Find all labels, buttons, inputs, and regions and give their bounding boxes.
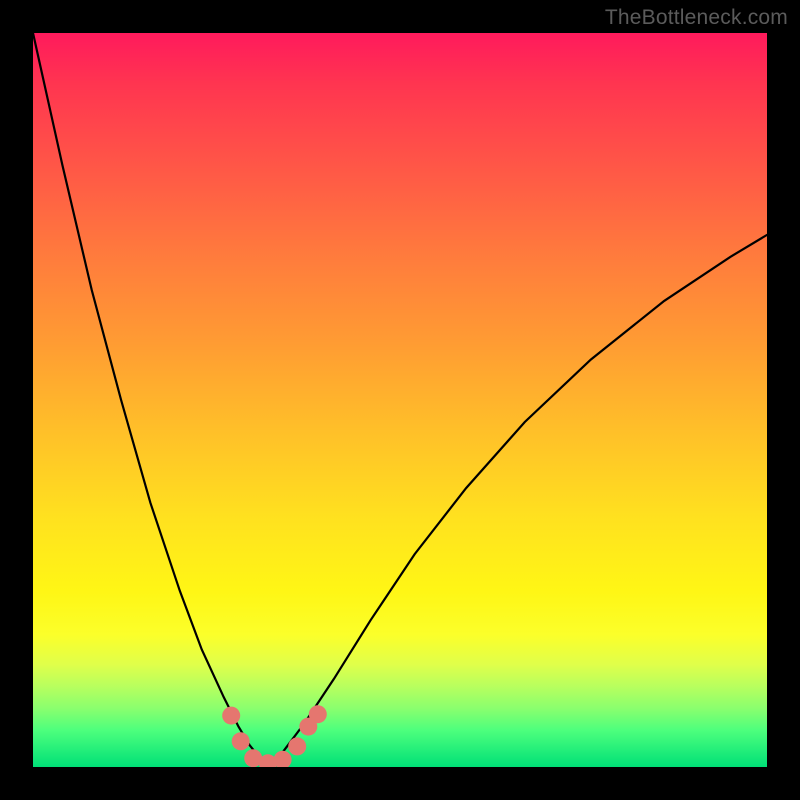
plot-area [33,33,767,767]
bottleneck-curve [33,33,767,767]
curve-right-branch [268,235,767,763]
query-marker [232,732,250,750]
query-marker [222,707,240,725]
query-marker [274,751,292,767]
query-markers [222,705,327,767]
chart-frame: TheBottleneck.com [0,0,800,800]
query-marker [288,737,306,755]
query-marker [309,705,327,723]
attribution-text: TheBottleneck.com [605,6,788,30]
curve-left-branch [33,33,268,763]
